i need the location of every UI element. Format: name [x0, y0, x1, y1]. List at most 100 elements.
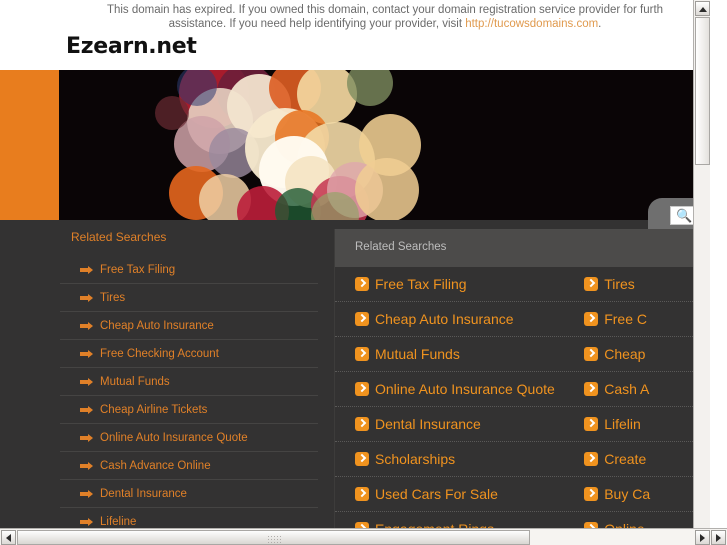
related-search-label: Free C [604, 311, 647, 327]
related-search-link[interactable]: Mutual Funds [335, 337, 564, 371]
related-search-link[interactable]: Cash A [564, 372, 710, 406]
sidebar-item-5[interactable]: Cheap Airline Tickets [60, 396, 318, 424]
related-search-link[interactable]: Tires [564, 267, 710, 301]
chevron-right-icon [355, 487, 369, 501]
sidebar-item-label: Dental Insurance [100, 488, 187, 500]
scroll-right-button[interactable] [711, 530, 726, 545]
related-searches-row: Cheap Auto Insurance Free C [335, 302, 710, 337]
chevron-right-icon [355, 382, 369, 396]
related-search-label: Dental Insurance [375, 416, 481, 432]
related-searches-panel-title: Related Searches [355, 241, 447, 253]
related-search-label: Online [604, 521, 644, 528]
related-search-link[interactable]: Dental Insurance [335, 407, 564, 441]
chevron-right-icon [584, 277, 599, 291]
related-search-label: Free Tax Filing [375, 276, 467, 292]
related-search-label: Mutual Funds [375, 346, 460, 362]
related-search-link[interactable]: Buy Ca [564, 477, 710, 511]
sidebar-item-0[interactable]: Free Tax Filing [60, 256, 318, 284]
arrow-bullet-icon [80, 322, 93, 330]
triangle-up-icon [699, 7, 707, 12]
related-searches-row: Online Auto Insurance Quote Cash A [335, 372, 710, 407]
related-searches-row: Dental Insurance Lifelin [335, 407, 710, 442]
expired-domain-banner: This domain has expired. If you owned th… [60, 0, 710, 30]
magnifier-icon: 🔍 [676, 208, 693, 223]
outer-vertical-scrollbar[interactable] [693, 0, 710, 528]
related-search-label: Lifelin [604, 416, 641, 432]
page-title: Ezearn.net [66, 34, 197, 59]
related-searches-row: Scholarships Create [335, 442, 710, 477]
scroll-up-button[interactable] [695, 1, 710, 16]
related-search-link[interactable]: Free Tax Filing [335, 267, 564, 301]
sidebar-item-2[interactable]: Cheap Auto Insurance [60, 312, 318, 340]
banner-line-2: assistance. If you need help identifying… [60, 17, 710, 30]
sidebar-related-searches: Related Searches Free Tax Filing Tires C… [60, 230, 318, 528]
triangle-right-icon [716, 534, 721, 542]
sidebar-item-3[interactable]: Free Checking Account [60, 340, 318, 368]
sidebar-item-9[interactable]: Lifeline [60, 508, 318, 528]
related-searches-panel-header: Related Searches [335, 229, 710, 267]
triangle-left-icon [6, 534, 11, 542]
arrow-bullet-icon [80, 518, 93, 526]
title-bar: Ezearn.net [0, 30, 710, 70]
related-search-label: Scholarships [375, 451, 456, 467]
triangle-left-icon [700, 534, 705, 542]
scroll-left-button[interactable] [1, 530, 16, 545]
related-search-link[interactable]: Scholarships [335, 442, 564, 476]
sidebar-item-1[interactable]: Tires [60, 284, 318, 312]
related-search-link[interactable]: Cheap Auto Insurance [335, 302, 564, 336]
related-searches-row: Used Cars For Sale Buy Ca [335, 477, 710, 512]
sidebar-item-7[interactable]: Cash Advance Online [60, 452, 318, 480]
chevron-right-icon [584, 312, 599, 326]
sidebar-item-label: Cheap Auto Insurance [100, 320, 214, 332]
sidebar-item-8[interactable]: Dental Insurance [60, 480, 318, 508]
scrollbar-grip-icon [266, 535, 281, 543]
related-search-link[interactable]: Engagement Rings [335, 512, 564, 528]
sidebar-item-4[interactable]: Mutual Funds [60, 368, 318, 396]
related-search-link[interactable]: Lifelin [564, 407, 710, 441]
chevron-right-icon [355, 312, 369, 326]
related-search-link[interactable]: Free C [564, 302, 710, 336]
chevron-right-icon [584, 382, 599, 396]
related-search-label: Online Auto Insurance Quote [375, 381, 555, 397]
horizontal-scrollbar[interactable] [0, 528, 727, 545]
arrow-bullet-icon [80, 378, 93, 386]
related-search-link[interactable]: Create [564, 442, 710, 476]
arrow-bullet-icon [80, 462, 93, 470]
sidebar-item-label: Cash Advance Online [100, 460, 211, 472]
related-search-link[interactable]: Cheap [564, 337, 710, 371]
chevron-right-icon [584, 452, 599, 466]
outer-scrollbar-thumb[interactable] [695, 17, 710, 165]
arrow-bullet-icon [80, 266, 93, 274]
related-search-label: Buy Ca [604, 486, 651, 502]
sidebar-item-label: Lifeline [100, 516, 137, 528]
arrow-bullet-icon [80, 294, 93, 302]
related-search-label: Cheap [604, 346, 646, 362]
sidebar-item-label: Free Tax Filing [100, 264, 176, 276]
scroll-right-button-inner[interactable] [695, 530, 710, 545]
banner-line-2-text: assistance. If you need help identifying… [168, 18, 466, 30]
chevron-right-icon [584, 347, 599, 361]
page-body: 🔍 Related Searches Free Tax Filing Tires… [0, 70, 710, 528]
related-search-link[interactable]: Online [564, 512, 710, 528]
arrow-bullet-icon [80, 434, 93, 442]
arrow-bullet-icon [80, 490, 93, 498]
banner-line-2-period: . [598, 18, 602, 30]
related-searches-row: Mutual Funds Cheap [335, 337, 710, 372]
hero-bokeh-image [59, 70, 710, 220]
related-search-link[interactable]: Used Cars For Sale [335, 477, 564, 511]
tucows-domains-link[interactable]: http://tucowsdomains.com [465, 18, 598, 30]
horizontal-scrollbar-thumb[interactable] [17, 530, 530, 545]
arrow-bullet-icon [80, 350, 93, 358]
related-search-link[interactable]: Online Auto Insurance Quote [335, 372, 564, 406]
banner-line-1: This domain has expired. If you owned th… [106, 4, 664, 16]
related-searches-panel: Related Searches Free Tax Filing Tires C… [334, 229, 710, 528]
sidebar-item-label: Cheap Airline Tickets [100, 404, 208, 416]
chevron-right-icon [584, 417, 599, 431]
sidebar-item-6[interactable]: Online Auto Insurance Quote [60, 424, 318, 452]
related-searches-row: Engagement Rings Online [335, 512, 710, 528]
related-search-label: Used Cars For Sale [375, 486, 498, 502]
chevron-right-icon [355, 277, 369, 291]
related-searches-row: Free Tax Filing Tires [335, 267, 710, 302]
chevron-right-icon [355, 347, 369, 361]
sidebar-heading: Related Searches [71, 230, 167, 244]
